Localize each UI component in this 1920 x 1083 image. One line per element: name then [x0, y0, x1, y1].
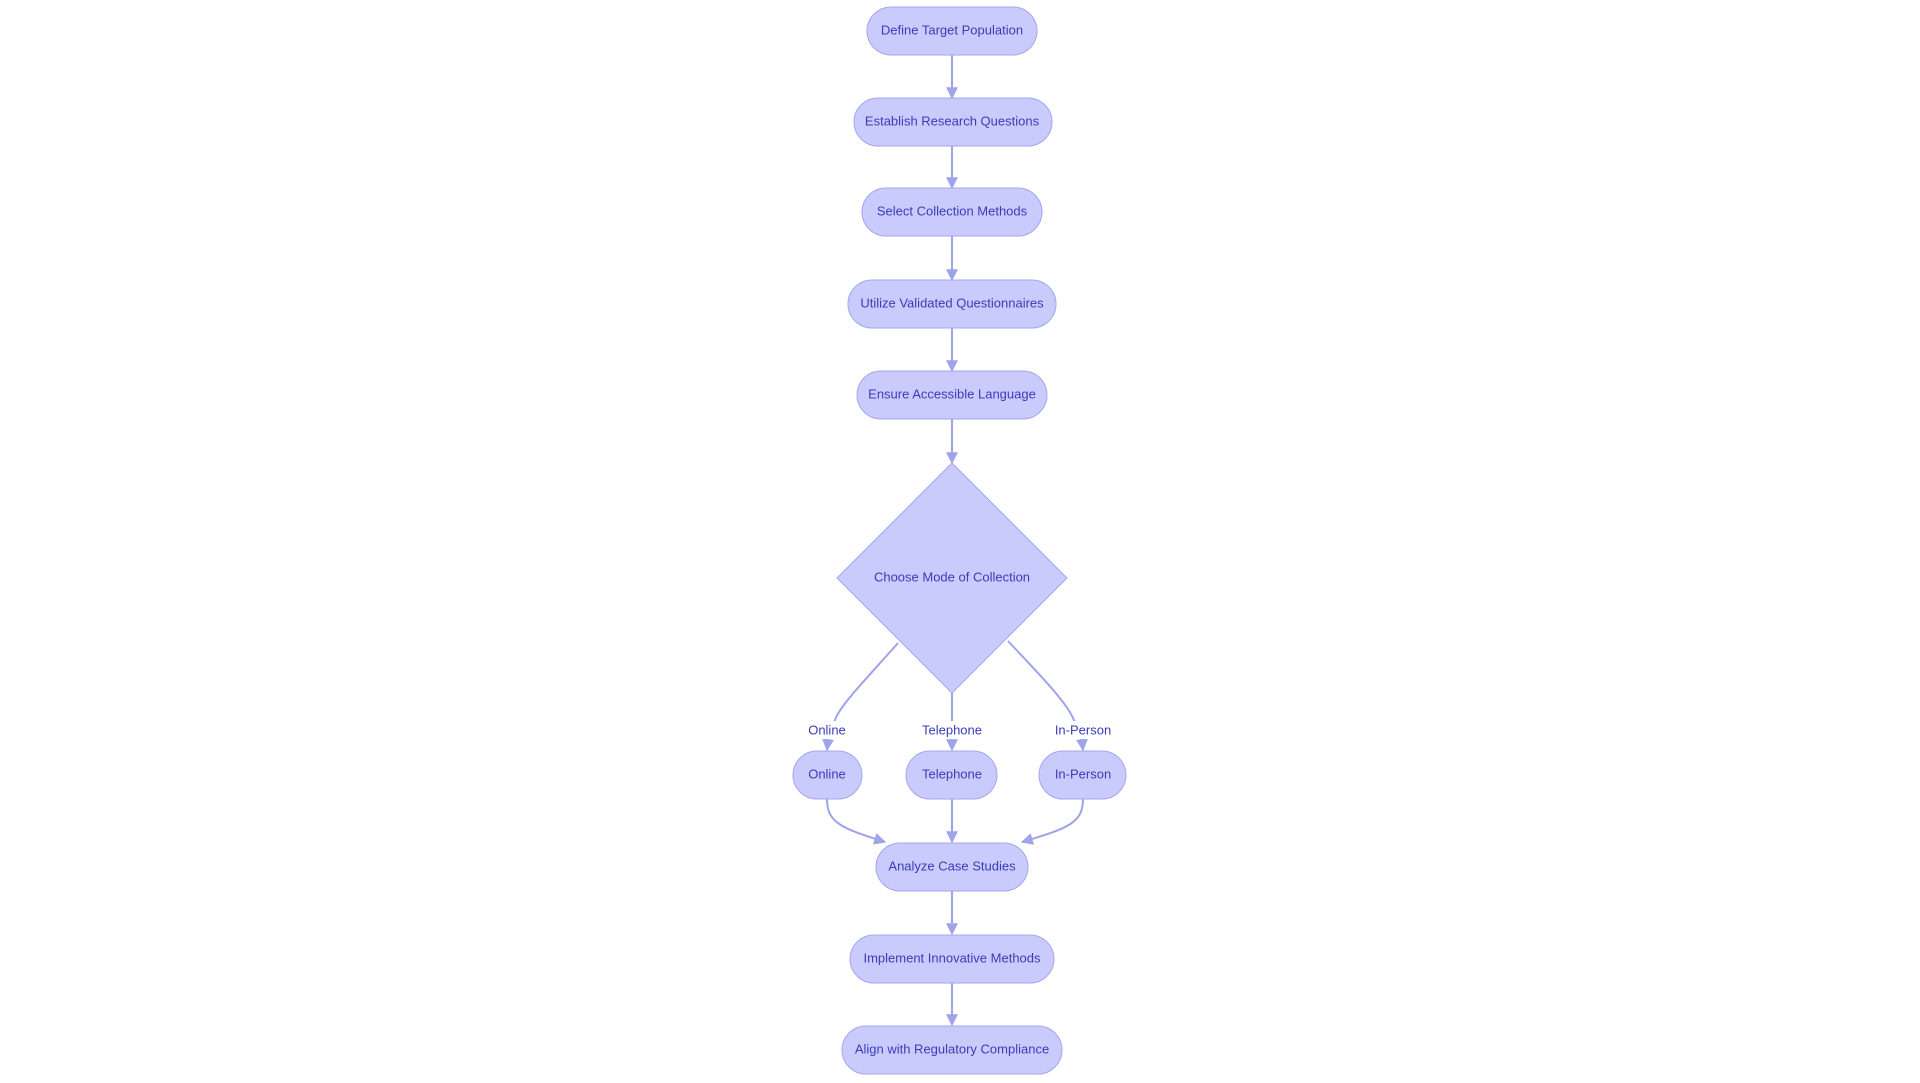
edge-label-online: Online [808, 721, 846, 739]
node-analyze-case-studies[interactable]: Analyze Case Studies [875, 842, 1029, 892]
edge-label-online-text: Online [808, 722, 846, 737]
node-define-target-population[interactable]: Define Target Population [866, 6, 1038, 56]
node-implement-innovative-methods[interactable]: Implement Innovative Methods [849, 934, 1055, 984]
edge-label-inperson: In-Person [1055, 721, 1111, 739]
node-online[interactable]: Online [792, 750, 863, 800]
flowchart: Online Telephone In-Person Define Target… [792, 6, 1127, 1075]
edge-online-analyze [826, 798, 887, 845]
node-telephone[interactable]: Telephone [905, 750, 998, 800]
node-label: Online [808, 766, 846, 781]
edge-label-telephone-text: Telephone [922, 722, 982, 737]
node-label: Align with Regulatory Compliance [855, 1041, 1049, 1056]
node-utilize-validated-questionnaires[interactable]: Utilize Validated Questionnaires [847, 279, 1057, 329]
node-ensure-accessible-language[interactable]: Ensure Accessible Language [856, 370, 1048, 420]
node-label: Choose Mode of Collection [874, 569, 1030, 584]
edge-label-telephone: Telephone [922, 721, 982, 739]
node-label: Analyze Case Studies [888, 858, 1016, 873]
edge-label-inperson-text: In-Person [1055, 722, 1111, 737]
decision-choose-mode-of-collection[interactable]: Choose Mode of Collection [836, 462, 1068, 694]
node-align-with-regulatory-compliance[interactable]: Align with Regulatory Compliance [841, 1025, 1063, 1075]
node-label: Define Target Population [881, 22, 1023, 37]
node-label: Select Collection Methods [877, 203, 1028, 218]
node-label: Establish Research Questions [865, 113, 1040, 128]
node-select-collection-methods[interactable]: Select Collection Methods [861, 187, 1043, 237]
node-label: In-Person [1055, 766, 1111, 781]
node-label: Implement Innovative Methods [863, 950, 1041, 965]
node-label: Ensure Accessible Language [868, 386, 1036, 401]
node-in-person[interactable]: In-Person [1038, 750, 1127, 800]
edge-inperson-analyze [1020, 798, 1084, 845]
node-establish-research-questions[interactable]: Establish Research Questions [853, 97, 1053, 147]
node-label: Utilize Validated Questionnaires [860, 295, 1044, 310]
node-label: Telephone [922, 766, 982, 781]
